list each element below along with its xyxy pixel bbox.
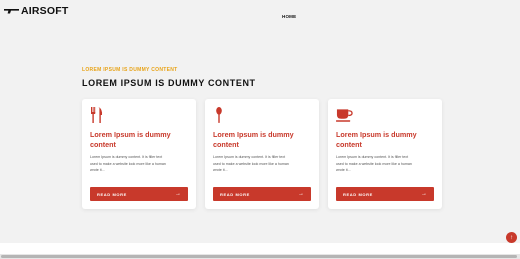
logo-text: AIRSOFT <box>21 5 69 17</box>
horizontal-scrollbar[interactable] <box>0 254 520 259</box>
fork-knife-icon <box>91 107 103 123</box>
read-more-button[interactable]: READ MORE → <box>90 187 188 201</box>
coffee-cup-icon <box>336 109 353 122</box>
read-more-label: READ MORE <box>343 191 373 197</box>
site-logo[interactable]: AIRSOFT <box>4 5 68 17</box>
feature-card: Lorem Ipsum is dummy content Lorem Ipsum… <box>328 99 442 209</box>
feature-card: Lorem Ipsum is dummy content Lorem Ipsum… <box>82 99 196 209</box>
card-text: Lorem Ipsum is dummy content. It is fill… <box>90 155 166 173</box>
card-title: Lorem Ipsum is dummy content <box>336 130 417 149</box>
nav-item-home[interactable]: HOME <box>282 14 296 19</box>
scrollbar-thumb[interactable] <box>1 255 517 258</box>
card-title: Lorem Ipsum is dummy content <box>90 130 171 149</box>
read-more-label: READ MORE <box>97 191 127 197</box>
card-title: Lorem Ipsum is dummy content <box>213 130 294 149</box>
arrow-right-icon: → <box>175 191 181 197</box>
feature-card: Lorem Ipsum is dummy content Lorem Ipsum… <box>205 99 319 209</box>
card-text: Lorem Ipsum is dummy content. It is fill… <box>213 155 289 173</box>
arrow-right-icon: → <box>298 191 304 197</box>
section-title: LOREM IPSUM IS DUMMY CONTENT <box>82 78 256 88</box>
scroll-to-top-button[interactable]: ↑ <box>506 232 517 243</box>
spoon-icon <box>216 107 222 123</box>
site-header: AIRSOFT HOME <box>0 0 520 30</box>
read-more-button[interactable]: READ MORE → <box>213 187 311 201</box>
arrow-right-icon: → <box>421 191 427 197</box>
read-more-button[interactable]: READ MORE → <box>336 187 434 201</box>
gun-icon <box>4 9 19 14</box>
section-eyebrow: LOREM IPSUM IS DUMMY CONTENT <box>82 67 178 73</box>
arrow-up-icon: ↑ <box>510 234 513 241</box>
footer-band <box>0 243 520 254</box>
read-more-label: READ MORE <box>220 191 250 197</box>
card-text: Lorem Ipsum is dummy content. It is fill… <box>336 155 412 173</box>
